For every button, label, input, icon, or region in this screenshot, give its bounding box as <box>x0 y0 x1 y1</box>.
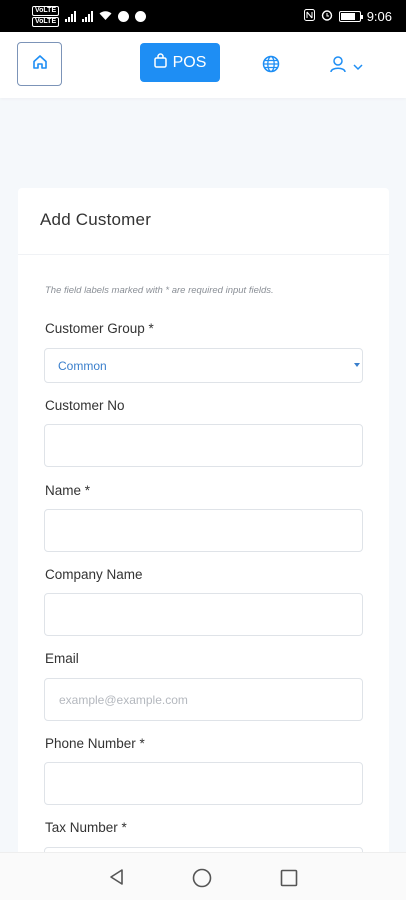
shopping-bag-icon <box>153 52 167 73</box>
alarm-icon <box>321 9 333 24</box>
volte-badge: VoLTE <box>32 5 60 16</box>
status-bar-left: VoLTE VoLTE <box>32 5 147 27</box>
name-input[interactable] <box>44 509 363 552</box>
battery-icon <box>338 10 363 22</box>
volte-badge: VoLTE <box>32 16 60 27</box>
caret-down-icon <box>354 363 360 367</box>
clock: 9:06 <box>366 8 392 24</box>
back-icon[interactable] <box>108 868 126 891</box>
customer-group-value: Common <box>58 358 107 373</box>
system-nav-bar <box>0 852 406 900</box>
customer-no-input[interactable] <box>44 424 363 467</box>
chevron-down-icon <box>353 58 363 76</box>
messenger-icon <box>135 10 147 22</box>
card-divider <box>18 254 389 255</box>
company-name-label: Company Name <box>45 567 143 582</box>
company-name-input[interactable] <box>44 593 363 636</box>
signal-icon <box>82 10 94 22</box>
add-customer-card: Add Customer The field labels marked wit… <box>18 188 389 900</box>
email-label: Email <box>45 651 79 666</box>
user-icon <box>329 55 347 78</box>
phone-number-input[interactable] <box>44 762 363 805</box>
home-button[interactable] <box>17 42 62 86</box>
email-input[interactable] <box>44 678 363 721</box>
home-circle-icon[interactable] <box>192 868 212 893</box>
required-fields-note: The field labels marked with * are requi… <box>45 285 274 296</box>
tax-number-label: Tax Number * <box>45 820 127 835</box>
phone-number-label: Phone Number * <box>45 736 145 751</box>
customer-group-label: Customer Group * <box>45 321 154 336</box>
wifi-icon <box>99 9 112 24</box>
page-title: Add Customer <box>40 210 152 229</box>
recent-apps-icon[interactable] <box>280 869 298 892</box>
notification-icon <box>118 10 130 22</box>
user-menu-button[interactable] <box>329 55 363 78</box>
volte-badges: VoLTE VoLTE <box>32 5 60 27</box>
status-bar-right: 9:06 <box>303 8 392 24</box>
pos-button[interactable]: POS <box>140 43 220 82</box>
top-nav: POS <box>0 32 406 98</box>
name-label: Name * <box>45 483 91 498</box>
customer-group-select[interactable]: Common <box>44 348 363 383</box>
signal-icon <box>65 10 77 22</box>
status-bar: VoLTE VoLTE 9:06 <box>0 0 406 32</box>
language-button[interactable] <box>262 55 280 73</box>
nfc-icon <box>303 8 315 24</box>
customer-no-label: Customer No <box>45 398 125 413</box>
pos-label: POS <box>172 53 207 71</box>
globe-icon <box>262 55 280 77</box>
home-icon <box>31 53 49 76</box>
